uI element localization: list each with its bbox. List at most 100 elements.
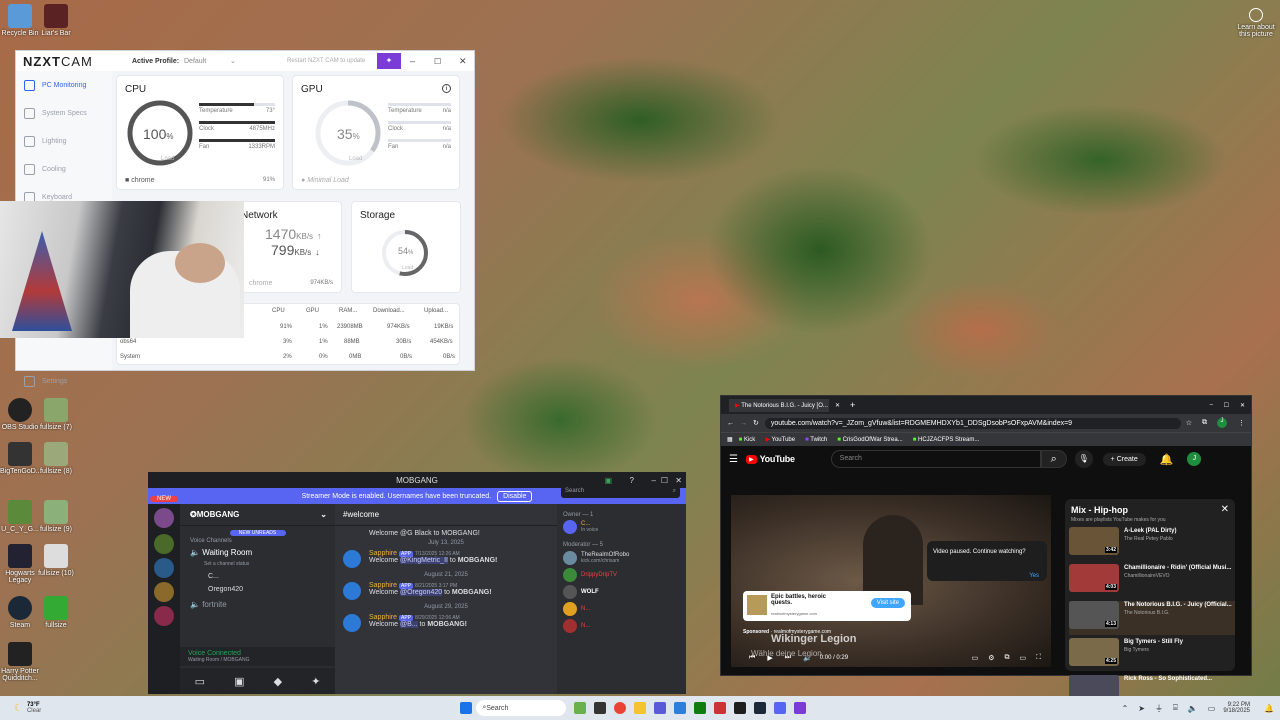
member[interactable]: WOLF [563,585,680,599]
help-icon[interactable]: ? [630,476,634,485]
new-tab-icon[interactable]: + [850,400,855,410]
star-icon[interactable]: ☆ [1186,419,1192,427]
voice-user[interactable]: Oregon420 [208,586,307,593]
chrome-icon[interactable] [614,702,627,714]
app-icon[interactable] [734,702,747,714]
nav-lighting[interactable]: Lighting [16,127,112,155]
maximize-icon[interactable]: ☐ [434,57,441,66]
steam-icon[interactable]: Steam [0,596,40,629]
discord-icon[interactable] [774,702,787,714]
weather-widget[interactable]: ☾ 73°F Clear [14,702,41,714]
restart-notice[interactable]: Restart NZXT CAM to update [287,58,365,64]
desktop-shortcut[interactable]: fullsize (9) [36,500,76,533]
network-card[interactable]: Network 1470KB/s ↑ 799KB/s ↓ chrome 974K… [232,201,342,293]
minimize-icon[interactable]: – [652,476,656,485]
camera-icon[interactable]: ▭ [195,675,205,688]
voice-channels-header[interactable]: Voice Channels [190,538,325,544]
desktop-shortcut[interactable]: Harry Potter Quidditch... [0,642,40,682]
channel-fortnite[interactable]: 🔈 fortnite [190,600,325,609]
address-bar[interactable]: youtube.com/watch?v=_JZom_gVfuw&list=RDG… [764,417,1181,429]
ad-card[interactable]: Epic battles, heroic quests. realmofmyst… [743,591,911,621]
voice-path[interactable]: Waiting Room / MOBGANG [188,657,327,663]
recycle-bin-icon[interactable]: Recycle Bin [0,4,40,37]
gift-icon[interactable]: ✦ [377,53,401,69]
member[interactable]: TheRealmOfRobo kick.com/chrisam [563,551,680,565]
nav-cooling[interactable]: Cooling [16,155,112,183]
bookmark-kick[interactable]: ■ Kick [739,437,756,443]
extensions-icon[interactable]: ⧉ [1202,419,1207,427]
previous-icon[interactable]: ⏮ [749,654,755,662]
server-header[interactable]: ✪ MOBGANG ⌄ [180,504,335,526]
bookmark-youtube[interactable]: ▶ YouTube [765,436,795,443]
col-upload[interactable]: Upload... [424,308,448,314]
gpu-card[interactable]: GPU i 35% Load Temperature n/a Clock n/a F… [292,75,460,190]
desktop-shortcut[interactable]: BigTenGoD... [0,442,42,475]
network-icon[interactable]: ⌸ [1173,703,1178,713]
screen-icon[interactable]: ▣ [604,476,612,485]
soundboard-icon[interactable]: ✦ [311,675,320,688]
video-player[interactable]: Video paused. Continue watching? Yes Epi… [731,495,1051,667]
copilot-icon[interactable] [574,702,587,714]
disable-button[interactable]: Disable [497,490,533,502]
server-icon[interactable] [154,508,174,528]
tab-youtube[interactable]: ▶ The Notorious B.I.G. - Juicy [O... [729,398,829,412]
desktop-shortcut[interactable]: fullsize (7) [36,398,76,431]
obs-studio-icon[interactable]: OBS Studio [0,398,40,431]
playlist-item[interactable]: 3:42 A-Leek (PAL Dirty) The Real Petey Pab… [1069,527,1235,561]
notification-icon[interactable]: 🔔 [1264,704,1274,713]
avatar[interactable]: J [1187,452,1202,466]
col-cpu[interactable]: CPU [272,308,285,314]
close-icon[interactable]: ✕ [675,476,682,485]
playlist-item-current[interactable]: 4:13 The Notorious B.I.G. - Juicy (Offici… [1069,601,1235,635]
col-download[interactable]: Download... [373,308,405,314]
message[interactable]: Sapphire APP 8/21/2025 3:17 PM Welcome @O… [343,582,549,600]
task-view-icon[interactable] [594,702,607,714]
playlist-item[interactable]: 4:25 Big Tymers - Still Fly Big Tymers [1069,638,1235,672]
fullscreen-icon[interactable]: ⛶ [1036,654,1041,662]
play-icon[interactable]: ▶ [767,654,772,662]
playlist-item[interactable]: 4:03 Chamillionaire - Ridin' (Official Mu… [1069,564,1235,598]
col-gpu[interactable]: GPU [306,308,319,314]
create-button[interactable]: + Create [1102,452,1146,466]
bookmark-stream-2[interactable]: ■ HCJZACFPS Stream... [913,437,980,443]
close-icon[interactable]: ✕ [1240,402,1245,409]
storage-card[interactable]: Storage 54% Load [351,201,461,293]
next-icon[interactable]: ⏭ [785,654,791,662]
volume-icon[interactable]: 🔈 [1188,704,1198,713]
server-icon[interactable] [154,606,174,626]
server-icon[interactable] [154,558,174,578]
visit-site-button[interactable]: Visit site [870,598,905,608]
theater-icon[interactable]: ▭ [1019,654,1026,662]
nav-pc-monitoring[interactable]: PC Monitoring [16,71,112,99]
new-unreads-pill[interactable]: NEW UNREADS [229,530,286,536]
settings-icon[interactable]: ⚙ [988,654,994,662]
message[interactable]: Sapphire APP 7/13/2025 12:26 AM Welcome @… [343,550,549,568]
minimize-icon[interactable]: – [1210,402,1213,408]
desktop-shortcut[interactable]: fullsize [36,596,76,629]
bookmark-stream-1[interactable]: ■ CrisGodOfWar Strea... [837,437,902,443]
search-input[interactable]: ⌕ Search [476,700,567,716]
avatar[interactable] [343,582,361,600]
channel-status[interactable]: Set a channel status [204,561,311,567]
profile-dropdown[interactable]: Default [184,58,206,65]
reload-icon[interactable]: ↻ [753,419,759,427]
member[interactable]: N... [563,602,680,616]
volume-icon[interactable]: 🔈 [803,654,812,662]
nav-system-specs[interactable]: System Specs [16,99,112,127]
hamburger-menu-icon[interactable]: ☰ [729,454,738,465]
battery-icon[interactable]: ▭ [1208,704,1216,713]
member[interactable]: DrippyDripTV [563,568,680,582]
desktop-shortcut[interactable]: fullsize (10) [36,544,76,577]
close-icon[interactable]: ✕ [459,56,467,67]
nav-settings[interactable]: Settings [16,367,67,395]
avatar[interactable] [343,550,361,568]
xbox-icon[interactable] [694,702,707,714]
clock[interactable]: 9:22 PM 9/18/2025 [1223,702,1250,714]
cpu-card[interactable]: CPU 100% Load Temperature 73° Clock 4875MH… [116,75,284,190]
maximize-icon[interactable]: ☐ [1224,402,1229,409]
member[interactable]: N... [563,619,680,633]
start-icon[interactable] [460,702,473,714]
profile-avatar[interactable]: J [1217,418,1227,428]
search-icon[interactable]: ⌕ [1040,450,1067,468]
desktop-shortcut[interactable]: U_C_Y_G... [0,500,40,533]
